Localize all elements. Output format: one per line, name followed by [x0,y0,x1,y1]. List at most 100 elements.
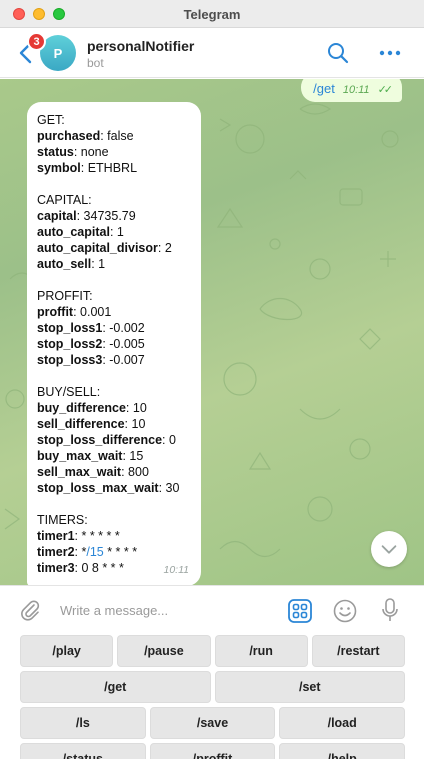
window-titlebar: Telegram [0,0,424,28]
msg-spacer [37,368,191,384]
msg-line-stop-loss3: stop_loss3: -0.007 [37,352,191,368]
msg-key: stop_loss1 [37,321,103,335]
message-input[interactable] [60,599,270,621]
msg-key: stop_loss_max_wait [37,481,159,495]
double-check-icon: ✓✓ [377,84,394,96]
msg-key: auto_capital_divisor [37,241,158,255]
msg-value: : 0.001 [73,305,112,319]
msg-value: : * [74,545,87,559]
incoming-message[interactable]: GET: purchased: false status: none symbo… [27,102,201,585]
kb-button-pause[interactable]: /pause [117,635,211,667]
keyboard-row-2: /get /set [20,671,405,703]
msg-line-buy-max-wait: buy_max_wait: 15 [37,448,191,464]
attach-button[interactable] [18,598,42,622]
msg-value: : 1 [91,257,106,271]
msg-value: : 800 [121,465,149,479]
kb-button-proffit[interactable]: /proffit [149,743,276,759]
paperclip-icon [21,600,40,621]
kb-button-play[interactable]: /play [20,635,114,667]
keyboard-row-3: /ls /save /load [20,707,406,739]
msg-key: timer3 [37,561,75,575]
emoji-button[interactable] [332,598,358,624]
kb-button-status[interactable]: /status [20,743,146,759]
bot-keyboard-toggle[interactable] [287,598,313,624]
msg-key: status [37,145,74,159]
msg-line-capital: capital: 34735.79 [37,208,191,224]
msg-value: : -0.007 [102,353,145,367]
msg-line-auto-capital: auto_capital: 1 [37,224,191,240]
msg-spacer [37,272,191,288]
section-heading-buysell: BUY/SELL: [37,385,101,399]
microphone-icon [382,598,398,621]
window-title: Telegram [183,7,241,22]
msg-line-auto-sell: auto_sell: 1 [37,256,191,272]
chat-status: bot [87,56,104,70]
msg-key: proffit [37,305,74,319]
kb-button-load[interactable]: /load [279,707,406,739]
msg-value: : false [100,129,134,143]
msg-value: : 10 [125,401,147,415]
unread-badge: 3 [27,32,46,51]
more-button[interactable] [378,41,402,65]
msg-value: : -0.002 [102,321,145,335]
msg-key: symbol [37,161,81,175]
kb-button-run[interactable]: /run [214,635,308,667]
kb-button-save[interactable]: /save [149,707,276,739]
msg-value: : none [73,145,109,159]
msg-line-auto-capital-divisor: auto_capital_divisor: 2 [37,240,191,256]
msg-key: timer1 [37,529,75,543]
msg-value: : * * * * * [74,529,120,543]
chat-header: 3 P personalNotifier bot [0,28,424,78]
section-heading-get: GET: [37,113,65,127]
msg-key: stop_loss_difference [37,433,163,447]
msg-value: : ETHBRL [80,161,138,175]
section-heading-timers: TIMERS: [37,513,88,527]
msg-value: : 0 8 * * * [74,561,124,575]
msg-line-timer2: timer2: */15 * * * * [37,544,191,560]
kb-button-get[interactable]: /get [20,671,211,703]
search-icon [328,43,349,64]
msg-value: : 2 [157,241,172,255]
msg-line-status: status: none [37,144,191,160]
kb-button-ls[interactable]: /ls [20,707,146,739]
chat-name[interactable]: personalNotifier [87,38,194,54]
msg-key: sell_max_wait [37,465,122,479]
msg-line-sell-max-wait: sell_max_wait: 800 [37,464,191,480]
msg-line-proffit: proffit: 0.001 [37,304,191,320]
chat-area[interactable]: /get 10:11 ✓✓ GET: purchased: false stat… [0,79,424,585]
msg-value: : 15 [122,449,144,463]
outgoing-command-link[interactable]: /get [313,81,335,96]
kb-button-help[interactable]: /help [279,743,406,759]
incoming-time: 10:11 [163,564,190,576]
msg-line-stop-loss-difference: stop_loss_difference: 0 [37,432,191,448]
kb-button-restart[interactable]: /restart [311,635,405,667]
msg-key: capital [37,209,77,223]
keyboard-row-1: /play /pause /run /restart [20,635,405,667]
emoji-icon [333,599,357,623]
msg-key: auto_capital [37,225,110,239]
msg-value: : 1 [109,225,124,239]
msg-key: stop_loss3 [37,353,103,367]
msg-key: stop_loss2 [37,337,103,351]
scroll-down-button[interactable] [371,531,407,567]
msg-line-symbol: symbol: ETHBRL [37,160,191,176]
outgoing-time: 10:11 [342,84,370,96]
msg-key: sell_difference [37,417,125,431]
voice-message-button[interactable] [380,597,400,623]
bot-reply-keyboard: /play /pause /run /restart /get /set /ls… [0,633,424,759]
msg-value: : -0.005 [102,337,145,351]
msg-key: auto_sell [37,257,92,271]
more-dots-icon [379,50,401,56]
outgoing-message[interactable]: /get 10:11 ✓✓ [301,79,402,102]
chevron-down-icon [381,545,397,554]
timer2-command-link[interactable]: /15 [86,545,103,559]
msg-value: : 10 [124,417,146,431]
msg-key: purchased [37,129,101,143]
msg-value: : 30 [158,481,180,495]
msg-value: : 0 [162,433,176,447]
msg-line-stop-loss1: stop_loss1: -0.002 [37,320,191,336]
search-button[interactable] [326,41,350,65]
keyboard-grid-icon [288,599,312,623]
msg-value: * * * * [103,545,138,559]
kb-button-set[interactable]: /set [214,671,405,703]
